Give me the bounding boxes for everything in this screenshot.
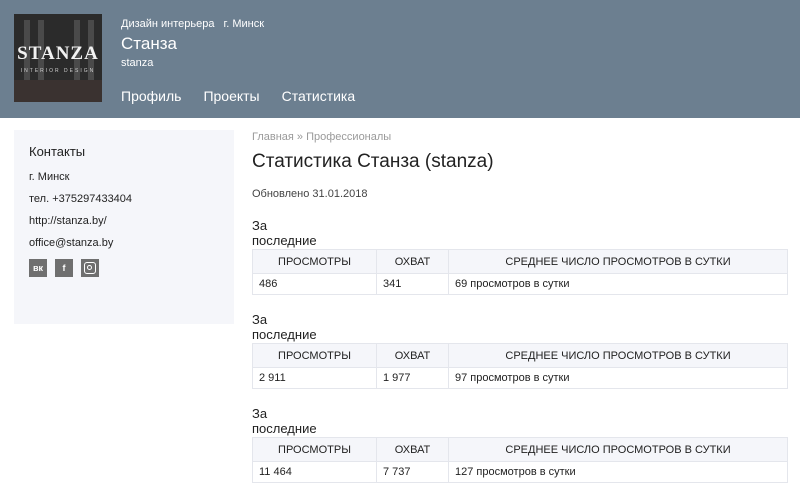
table-header-row: ПРОСМОТРЫ ОХВАТ СРЕДНЕЕ ЧИСЛО ПРОСМОТРОВ… (252, 343, 788, 368)
column-header-avg: СРЕДНЕЕ ЧИСЛО ПРОСМОТРОВ В СУТКИ (448, 437, 788, 462)
reach-value: 1 977 (376, 367, 449, 389)
table-header-row: ПРОСМОТРЫ ОХВАТ СРЕДНЕЕ ЧИСЛО ПРОСМОТРОВ… (252, 249, 788, 274)
reach-value: 341 (376, 273, 449, 295)
contacts-sidebar: Контакты г. Минск тел. +375297433404 htt… (14, 130, 234, 324)
views-value: 2 911 (252, 367, 377, 389)
stats-table: ПРОСМОТРЫ ОХВАТ СРЕДНЕЕ ЧИСЛО ПРОСМОТРОВ… (252, 343, 788, 389)
column-header-views: ПРОСМОТРЫ (252, 343, 377, 368)
company-city: г. Минск (223, 18, 265, 30)
company-meta: Дизайн интерьера г. Минск (121, 18, 270, 30)
reach-value: 7 737 (376, 461, 449, 483)
views-value: 486 (252, 273, 377, 295)
company-category[interactable]: Дизайн интерьера (121, 18, 214, 30)
updated-date: Обновлено 31.01.2018 (252, 188, 368, 200)
breadcrumb-separator: » (293, 131, 307, 143)
views-value: 11 464 (252, 461, 377, 483)
breadcrumb-home[interactable]: Главная (252, 131, 294, 143)
instagram-glyph (84, 262, 96, 274)
column-header-reach: ОХВАТ (376, 437, 449, 462)
column-header-reach: ОХВАТ (376, 343, 449, 368)
table-row: 486 341 69 просмотров в сутки (252, 273, 788, 295)
contact-website[interactable]: http://stanza.by/ (29, 215, 219, 227)
contact-city: г. Минск (29, 171, 70, 183)
stats-table: ПРОСМОТРЫ ОХВАТ СРЕДНЕЕ ЧИСЛО ПРОСМОТРОВ… (252, 249, 788, 295)
avg-value: 97 просмотров в сутки (448, 367, 788, 389)
social-links: вк f (29, 259, 219, 277)
vk-icon[interactable]: вк (29, 259, 47, 277)
table-row: 2 911 1 977 97 просмотров в сутки (252, 367, 788, 389)
avg-value: 69 просмотров в сутки (448, 273, 788, 295)
logo-decor (14, 80, 102, 102)
column-header-views: ПРОСМОТРЫ (252, 437, 377, 462)
table-header-row: ПРОСМОТРЫ ОХВАТ СРЕДНЕЕ ЧИСЛО ПРОСМОТРОВ… (252, 437, 788, 462)
column-header-views: ПРОСМОТРЫ (252, 249, 377, 274)
contacts-title: Контакты (29, 144, 86, 159)
facebook-icon[interactable]: f (55, 259, 73, 277)
main-content: Главная » Профессионалы Статистика Станз… (252, 131, 788, 483)
column-header-avg: СРЕДНЕЕ ЧИСЛО ПРОСМОТРОВ В СУТКИ (448, 249, 788, 274)
nav-projects[interactable]: Проекты (203, 88, 259, 104)
breadcrumb: Главная » Профессионалы (252, 131, 788, 143)
logo-subtext: INTERIOR DESIGN (20, 68, 96, 74)
contact-phone[interactable]: тел. +375297433404 (29, 193, 219, 205)
profile-nav: Профиль Проекты Статистика (121, 88, 355, 104)
page-title: Статистика Станза (stanza) (252, 151, 494, 172)
logo-text: STANZA (17, 43, 99, 64)
page-header: STANZA INTERIOR DESIGN Дизайн интерьера … (0, 0, 800, 118)
company-name: Станза (121, 34, 177, 53)
company-slug: stanza (121, 57, 154, 69)
column-header-avg: СРЕДНЕЕ ЧИСЛО ПРОСМОТРОВ В СУТКИ (448, 343, 788, 368)
nav-statistics[interactable]: Статистика (282, 88, 356, 104)
table-row: 11 464 7 737 127 просмотров в сутки (252, 461, 788, 483)
company-logo[interactable]: STANZA INTERIOR DESIGN (14, 14, 102, 102)
stats-table: ПРОСМОТРЫ ОХВАТ СРЕДНЕЕ ЧИСЛО ПРОСМОТРОВ… (252, 437, 788, 483)
instagram-icon[interactable] (81, 259, 99, 277)
column-header-reach: ОХВАТ (376, 249, 449, 274)
breadcrumb-professionals[interactable]: Профессионалы (306, 131, 391, 143)
contact-email[interactable]: office@stanza.by (29, 237, 219, 249)
nav-profile[interactable]: Профиль (121, 88, 181, 104)
avg-value: 127 просмотров в сутки (448, 461, 788, 483)
